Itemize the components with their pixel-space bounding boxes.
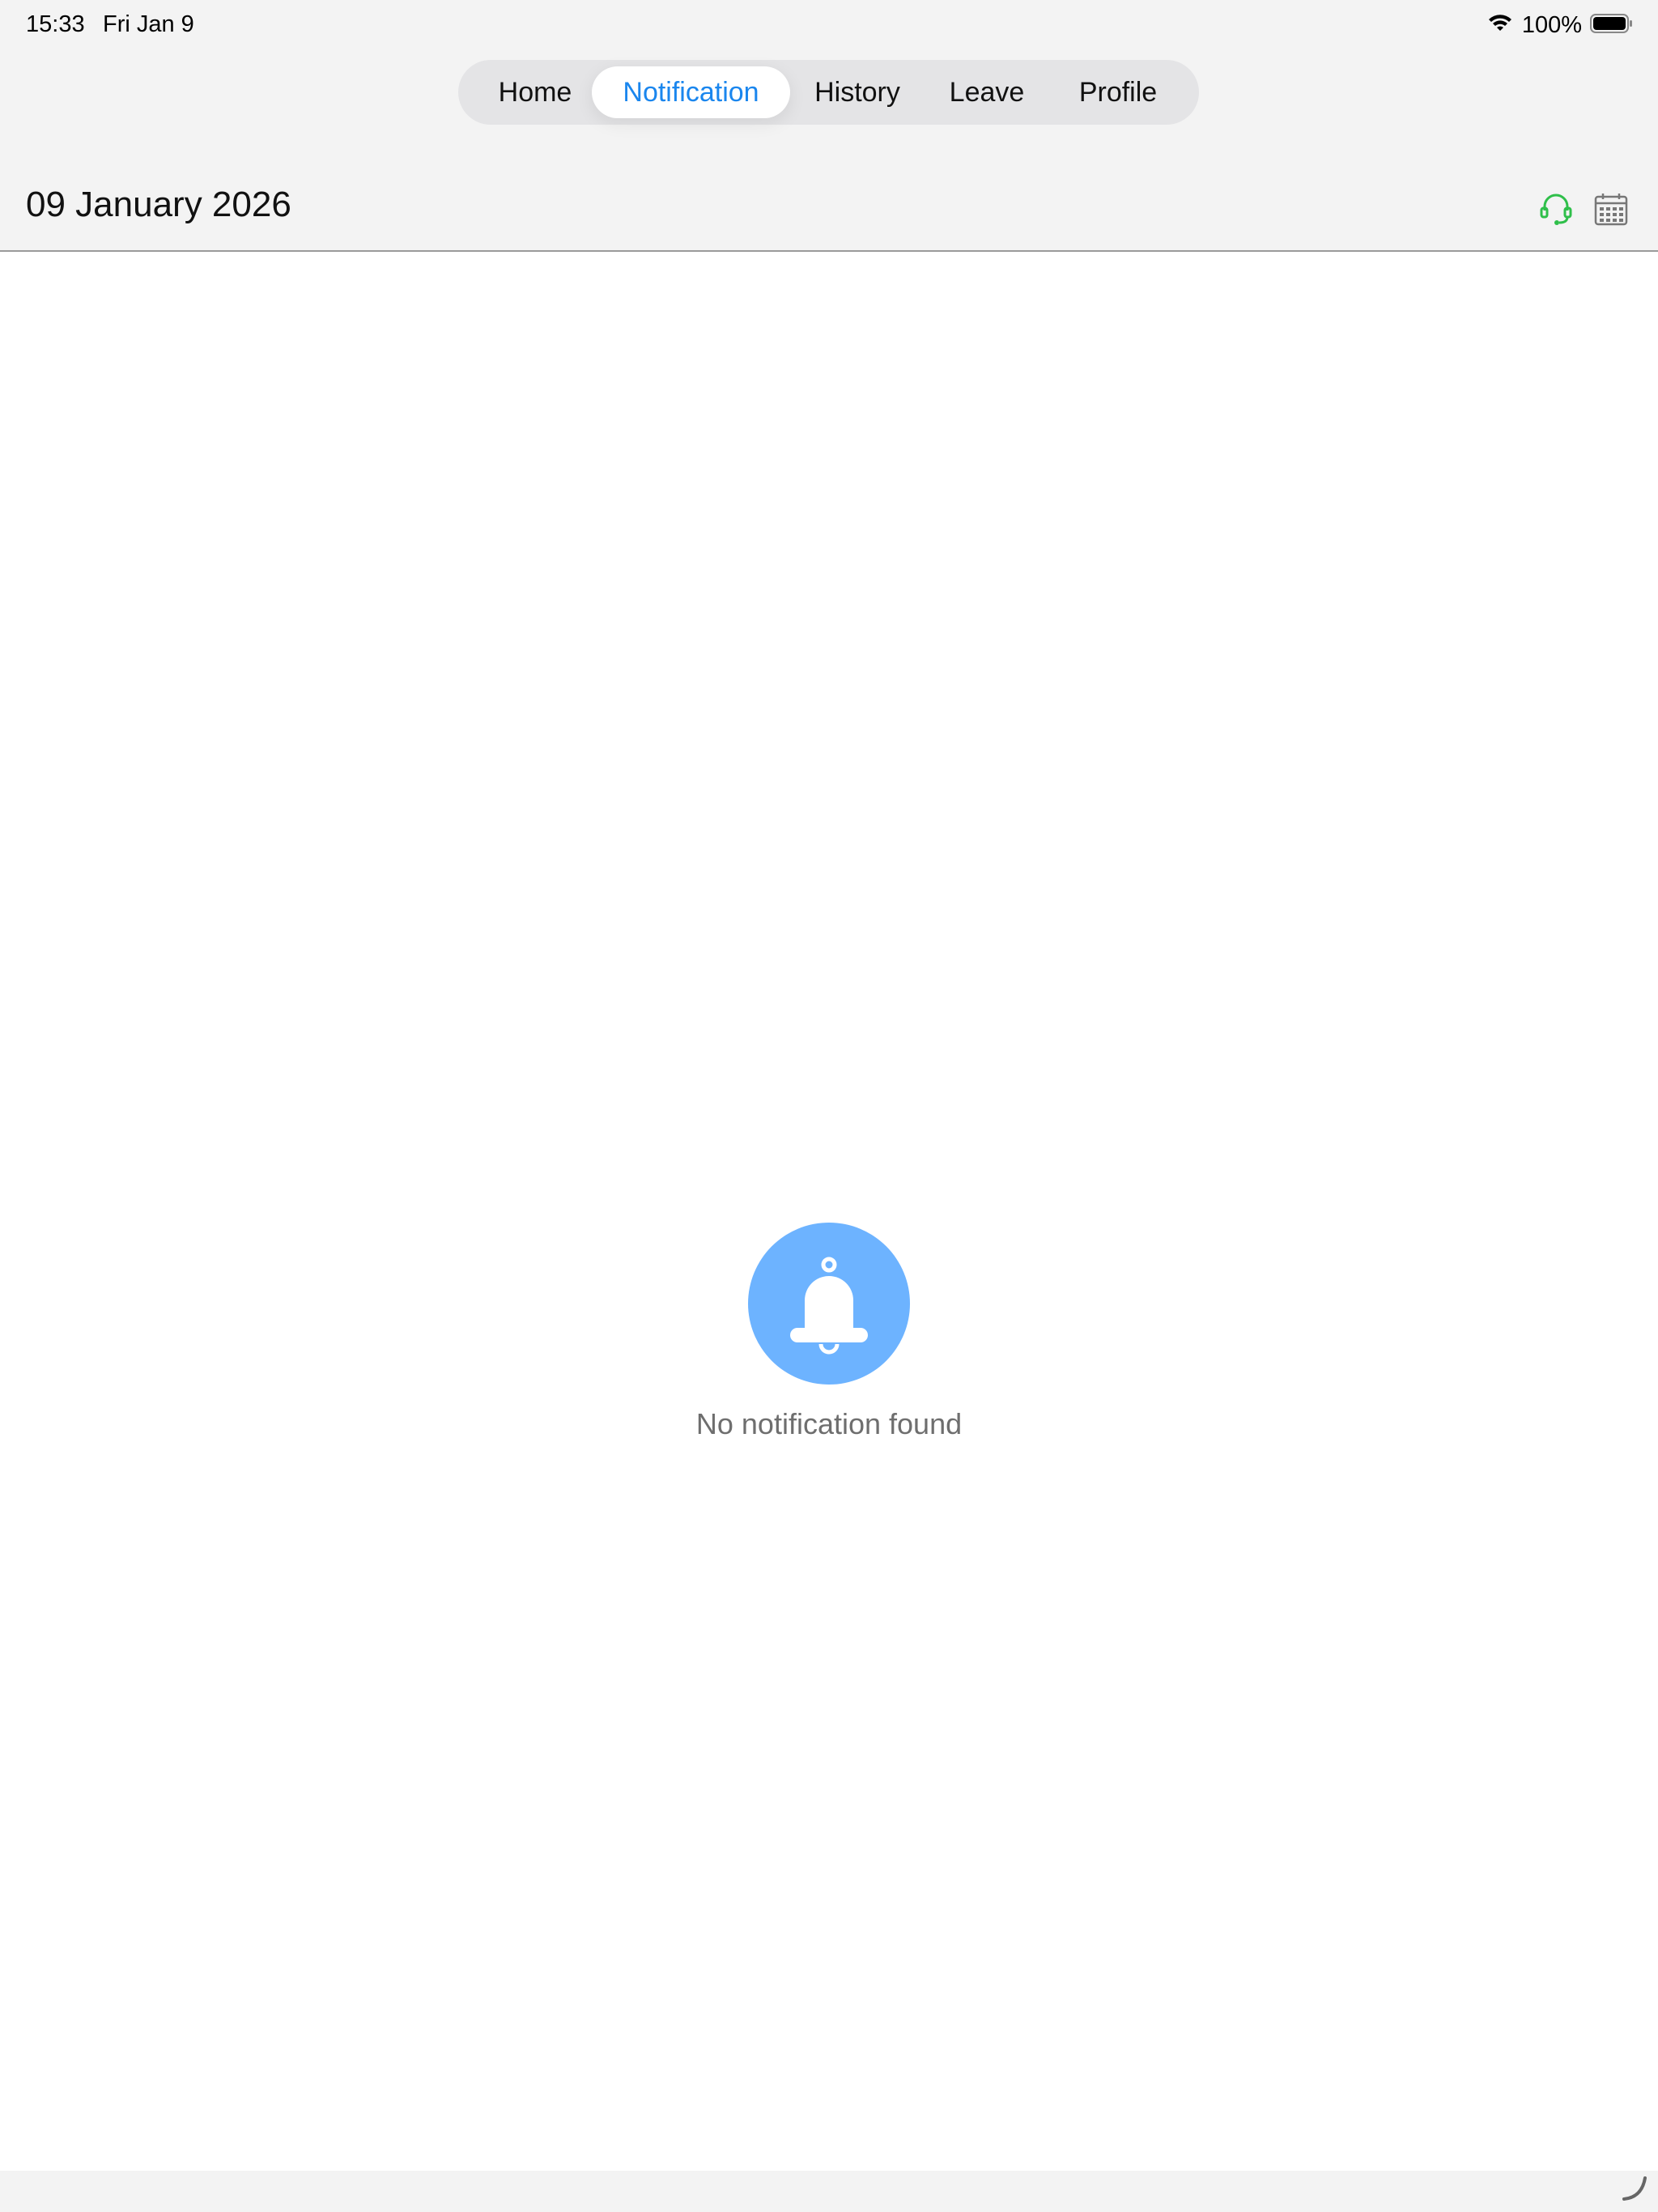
tab-history[interactable]: History <box>797 60 918 125</box>
battery-percentage: 100% <box>1521 11 1582 38</box>
headset-icon[interactable] <box>1538 191 1574 227</box>
bell-icon <box>748 1223 910 1385</box>
empty-state-message: No notification found <box>695 1407 963 1440</box>
battery-icon <box>1590 13 1634 38</box>
tab-bar: Home Notification History Leave Profile <box>458 60 1199 125</box>
tab-profile[interactable]: Profile <box>1057 60 1179 125</box>
tab-leave[interactable]: Leave <box>934 60 1039 125</box>
tab-notification[interactable]: Notification <box>592 66 790 118</box>
wifi-icon <box>1486 13 1514 38</box>
calendar-icon[interactable] <box>1593 191 1629 227</box>
app-screen: 15:33 Fri Jan 9 100% Home Notification H… <box>0 0 1658 2212</box>
tab-home[interactable]: Home <box>474 60 596 125</box>
status-indicators: 100% <box>1486 10 1634 40</box>
status-date: Fri Jan 9 <box>103 11 194 37</box>
status-bar: 15:33 Fri Jan 9 100% <box>0 0 1658 52</box>
status-time: 15:33 <box>26 11 85 37</box>
page-title-date: 09 January 2026 <box>26 185 291 224</box>
resize-handle-icon <box>1619 2172 1652 2204</box>
notification-list <box>0 252 1658 2171</box>
